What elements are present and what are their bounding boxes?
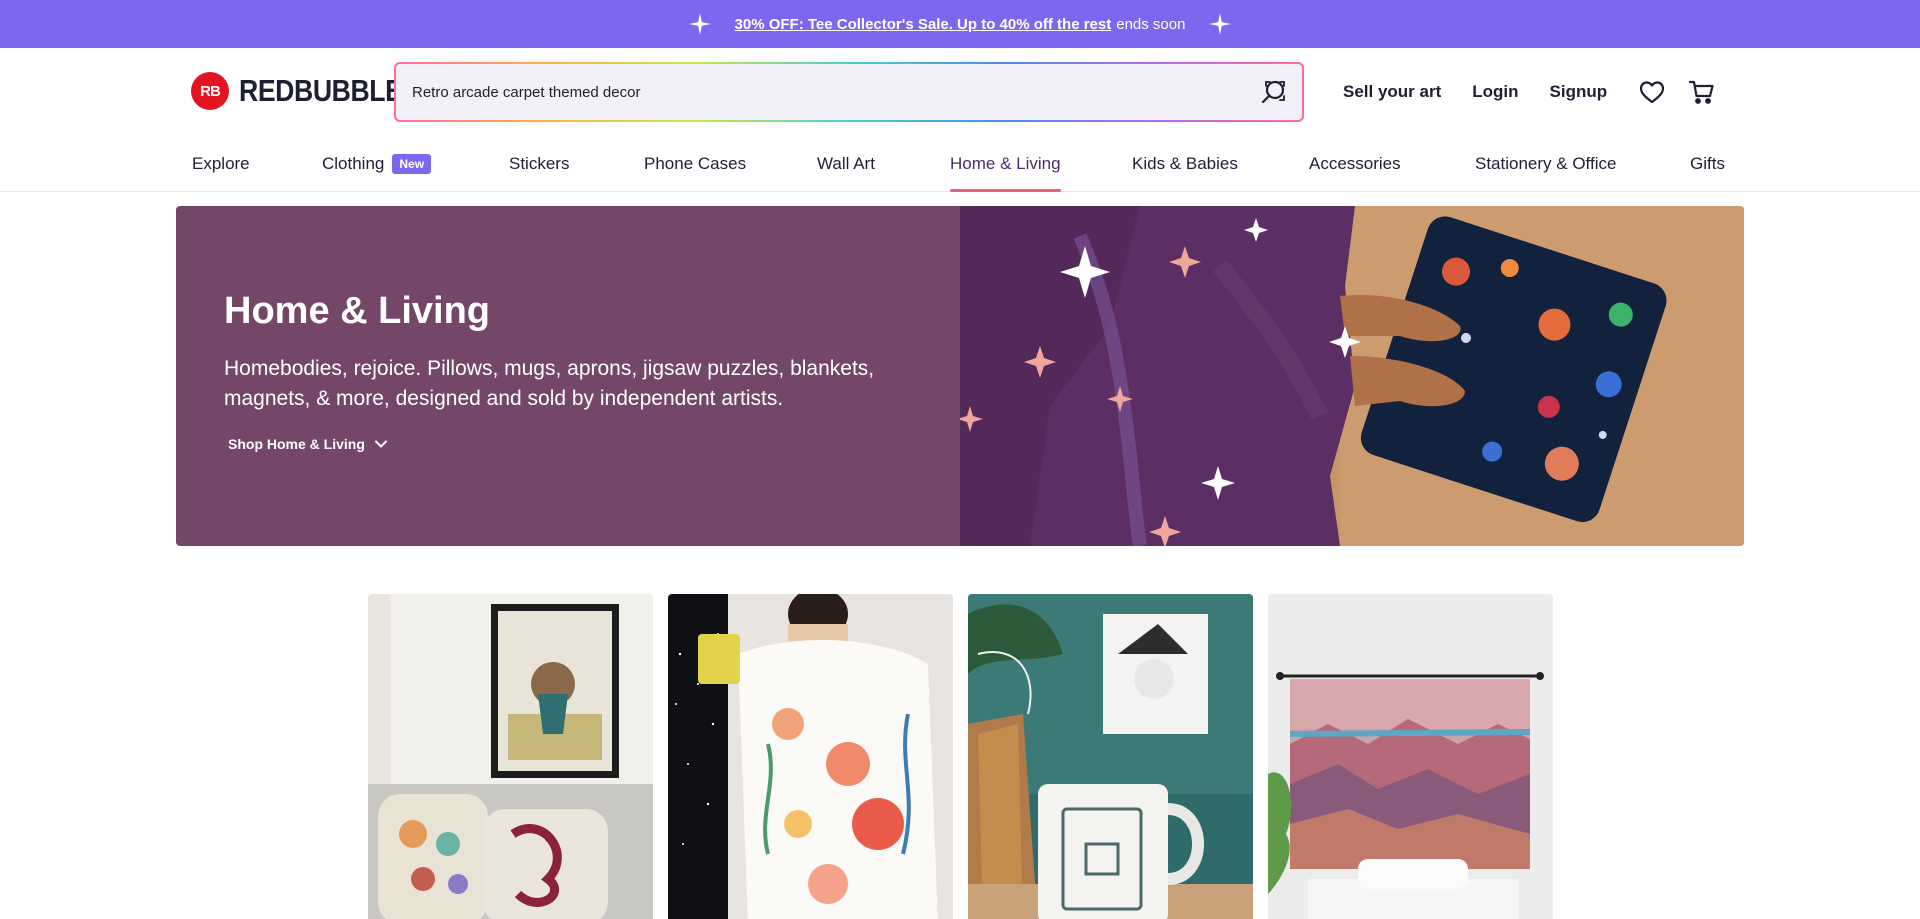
- nav-item-wall-art[interactable]: Wall Art: [817, 154, 875, 192]
- nav-item-label: Home & Living: [950, 154, 1061, 173]
- nav-item-explore[interactable]: Explore: [192, 154, 250, 192]
- blanket-mug-image: [668, 594, 953, 919]
- new-badge: New: [392, 154, 432, 174]
- product-tile-mug[interactable]: [968, 594, 1253, 919]
- nav-item-label: Phone Cases: [644, 154, 747, 173]
- tarot-mug-image: [968, 594, 1253, 919]
- cart-icon[interactable]: [1688, 78, 1716, 106]
- heart-icon[interactable]: [1638, 78, 1666, 106]
- signup-link[interactable]: Signup: [1550, 82, 1608, 102]
- hero-description: Homebodies, rejoice. Pillows, mugs, apro…: [224, 357, 875, 410]
- nav-item-label: Clothing: [322, 154, 385, 173]
- product-tile-tapestry[interactable]: [1268, 594, 1553, 919]
- nav-item-label: Explore: [192, 154, 250, 173]
- login-link[interactable]: Login: [1472, 82, 1518, 102]
- nav-item-label: Accessories: [1309, 154, 1401, 173]
- category-nav: Explore Clothing New Stickers Phone Cases…: [0, 140, 1920, 192]
- chevron-down-icon: [374, 440, 387, 448]
- site-header: RB REDBUBBLE Sell your art Login Signup: [0, 48, 1920, 140]
- product-tile-blanket[interactable]: [668, 594, 953, 919]
- nav-item-gifts[interactable]: Gifts: [1690, 154, 1725, 192]
- shop-home-living-button[interactable]: Shop Home & Living: [228, 436, 387, 452]
- nav-item-stationery-office[interactable]: Stationery & Office: [1475, 154, 1616, 192]
- nav-item-label: Kids & Babies: [1132, 154, 1238, 173]
- search-field-container: [396, 64, 1302, 120]
- promo-suffix: ends soon: [1116, 15, 1186, 33]
- product-tile-pillows[interactable]: [368, 594, 653, 919]
- header-links: Sell your art Login Signup: [1343, 82, 1607, 102]
- logo-text: REDBUBBLE: [239, 73, 403, 108]
- nav-item-label: Stationery & Office: [1475, 154, 1617, 173]
- tapestry-image: [1268, 594, 1553, 919]
- search-input[interactable]: [412, 83, 1232, 101]
- promo-banner: 30% OFF: Tee Collector's Sale. Up to 40%…: [0, 0, 1920, 48]
- nav-item-clothing[interactable]: Clothing New: [322, 154, 432, 192]
- nav-item-kids-babies[interactable]: Kids & Babies: [1132, 154, 1238, 192]
- hero-banner: Home & Living Homebodies, rejoice. Pillo…: [176, 206, 1744, 546]
- hero-image: [957, 206, 1744, 546]
- promo-link[interactable]: 30% OFF: Tee Collector's Sale. Up to 40%…: [735, 16, 1112, 33]
- nav-item-phone-cases[interactable]: Phone Cases: [644, 154, 746, 192]
- nav-item-label: Stickers: [509, 154, 570, 173]
- nav-item-home-living[interactable]: Home & Living: [950, 154, 1061, 192]
- pillows-wall-art-image: [368, 594, 653, 919]
- nav-item-label: Wall Art: [817, 154, 875, 173]
- search-icon[interactable]: [1260, 78, 1288, 106]
- logo-mark: RB: [191, 72, 229, 110]
- sparkle-icon: [1209, 13, 1232, 35]
- nav-item-accessories[interactable]: Accessories: [1309, 154, 1401, 192]
- hero-text-panel: Home & Living Homebodies, rejoice. Pillo…: [176, 206, 960, 546]
- sparkle-icon: [688, 13, 711, 35]
- blanket-pillow-illustration: [957, 206, 1744, 546]
- nav-item-label: Gifts: [1690, 154, 1725, 173]
- shop-label: Shop Home & Living: [228, 436, 365, 452]
- search-bar: [394, 62, 1304, 122]
- hero-title: Home & Living: [224, 290, 491, 332]
- nav-item-stickers[interactable]: Stickers: [509, 154, 569, 192]
- sell-your-art-link[interactable]: Sell your art: [1343, 82, 1441, 102]
